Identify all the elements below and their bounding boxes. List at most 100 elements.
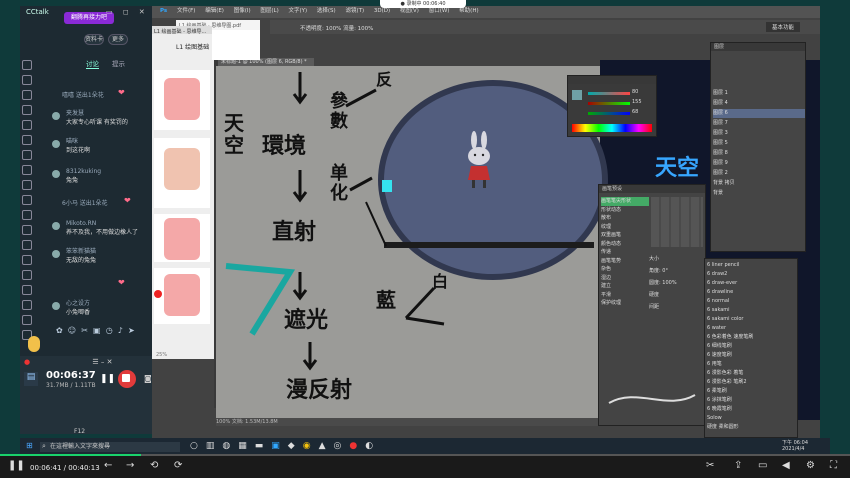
- share-icon[interactable]: ⇪: [734, 460, 742, 471]
- brush-settings-panel[interactable]: 画笔预设 画笔笔尖形状 形状动态 散布 纹理 双重画笔 颜色动态 传递 画笔笔势…: [598, 184, 706, 426]
- previous-icon[interactable]: ←: [104, 460, 112, 471]
- close-icon[interactable]: ✕: [107, 358, 113, 366]
- scissors-icon[interactable]: ✂: [81, 326, 88, 335]
- workspace-select[interactable]: 基本功能: [765, 22, 800, 32]
- brush-preset-item[interactable]: 6 normal: [707, 297, 793, 306]
- chat-toolbar[interactable]: ✿ ☺ ✂ ▣ ◷ ♪ ➤: [56, 326, 152, 338]
- layer-row[interactable]: 图层 8: [713, 149, 805, 158]
- camera-icon[interactable]: ◙: [144, 374, 152, 383]
- brush-setting[interactable]: 颜色动态: [601, 240, 649, 249]
- brush-preset-item[interactable]: 6 晚霞笔刷: [707, 405, 793, 414]
- subtitle-icon[interactable]: ▭: [758, 460, 767, 471]
- taskbar-clock[interactable]: 下午 06:04 2021/4/4: [782, 440, 808, 452]
- store-icon[interactable]: ▦: [238, 441, 255, 451]
- brush-setting[interactable]: 传递: [601, 248, 649, 257]
- recorder-controls-top[interactable]: ● ☰ – ✕: [24, 358, 112, 366]
- rewind-icon[interactable]: ⟲: [150, 460, 158, 471]
- color-panel[interactable]: 80 155 68: [567, 75, 657, 137]
- b-value[interactable]: 68: [632, 109, 638, 115]
- brush-preset-item[interactable]: 6 water: [707, 324, 793, 333]
- emoji-icon[interactable]: ☺: [68, 326, 76, 335]
- doc-page-thumb[interactable]: [154, 214, 210, 262]
- layer-row[interactable]: 背景 拷贝: [713, 179, 805, 188]
- minimize-icon[interactable]: –: [101, 358, 105, 366]
- brush-setting[interactable]: 散布: [601, 214, 649, 223]
- b-slider[interactable]: [588, 112, 630, 115]
- fullscreen-icon[interactable]: ⛶: [830, 460, 837, 471]
- tab-tips[interactable]: 提示: [112, 58, 125, 68]
- foreground-swatch[interactable]: [572, 90, 582, 100]
- clock-icon[interactable]: ◷: [106, 326, 113, 335]
- brush-preset-item[interactable]: 6 漫影色彩 笔刷2: [707, 378, 793, 387]
- taskbar-search[interactable]: 在這裡輸入文字來搜尋: [40, 442, 180, 452]
- brush-preset-item[interactable]: 6 用笔: [707, 360, 793, 369]
- brush-preset-item[interactable]: 6 速度笔刷: [707, 351, 793, 360]
- brush-roundness[interactable]: 圆度: 100%: [649, 277, 677, 289]
- brush-preset-item[interactable]: 6 柔笔刷: [707, 387, 793, 396]
- layer-row[interactable]: 图层 4: [713, 99, 805, 108]
- image-icon[interactable]: ▣: [93, 326, 101, 335]
- layer-row[interactable]: 图层 1: [713, 89, 805, 98]
- pause-button[interactable]: ❚❚: [100, 374, 115, 384]
- brush-setting[interactable]: 平滑: [601, 291, 649, 300]
- forward-icon[interactable]: ⟳: [174, 460, 182, 471]
- brush-setting[interactable]: 双重画笔: [601, 231, 649, 240]
- explorer-icon[interactable]: ▬: [255, 441, 272, 451]
- cctalk-task-icon[interactable]: ◐: [365, 441, 381, 451]
- chrome-icon[interactable]: ◉: [303, 441, 319, 451]
- layer-row[interactable]: 图层 3: [713, 129, 805, 138]
- layer-row[interactable]: 图层 9: [713, 159, 805, 168]
- settings-icon[interactable]: ✿: [56, 326, 63, 335]
- layer-row-selected[interactable]: 图层 6: [713, 109, 805, 118]
- brush-setting[interactable]: 画笔笔尖形状: [601, 197, 649, 206]
- taskbar-apps[interactable]: ○▥◍▦▬▣◆◉▲◎●◐: [190, 441, 381, 451]
- layer-row[interactable]: 图层 2: [713, 169, 805, 178]
- more-button[interactable]: 更多: [108, 34, 128, 45]
- brush-preset-item[interactable]: Solow: [707, 414, 793, 423]
- brush-setting[interactable]: 湿边: [601, 274, 649, 283]
- brush-setting[interactable]: 纹理: [601, 223, 649, 232]
- brush-preset-item[interactable]: 6 漫影色彩 着笔: [707, 369, 793, 378]
- app-icon[interactable]: ◎: [333, 441, 349, 451]
- brush-spacing[interactable]: 间距: [649, 301, 677, 313]
- brush-preset-item[interactable]: 6 drawline: [707, 288, 793, 297]
- files-icon[interactable]: ▥: [206, 441, 223, 451]
- doc-page-thumb[interactable]: [154, 70, 210, 130]
- brush-setting[interactable]: 画笔笔势: [601, 257, 649, 266]
- layer-row[interactable]: 图层 5: [713, 139, 805, 148]
- task-view-icon[interactable]: ○: [190, 441, 206, 451]
- layer-row[interactable]: 图层 7: [713, 119, 805, 128]
- g-value[interactable]: 155: [632, 99, 642, 105]
- windows-start-icon[interactable]: ⊞: [26, 442, 34, 450]
- app-icon[interactable]: ◆: [288, 441, 303, 451]
- recorder-task-icon[interactable]: ●: [349, 441, 365, 451]
- g-slider[interactable]: [588, 102, 630, 105]
- edge-icon[interactable]: ◍: [222, 441, 238, 451]
- brush-preset-item[interactable]: 6 sakami: [707, 306, 793, 315]
- brush-preset-item[interactable]: 6 sakami color: [707, 315, 793, 324]
- layer-row[interactable]: 背景: [713, 189, 805, 198]
- pause-icon[interactable]: ❚❚: [8, 460, 25, 471]
- scissors-icon[interactable]: ✂: [706, 460, 714, 471]
- brush-tip-grid[interactable]: [651, 197, 703, 247]
- bell-icon[interactable]: ♪: [118, 326, 123, 335]
- layers-panel[interactable]: 图层 图层 1 图层 4 图层 6 图层 7 图层 3 图层 5 图层 8 图层…: [710, 42, 806, 252]
- brush-setting[interactable]: 建立: [601, 282, 649, 291]
- profile-button[interactable]: 资料卡: [84, 34, 104, 45]
- brush-preset-item[interactable]: 6 draw-ever: [707, 279, 793, 288]
- user-avatar[interactable]: [28, 336, 40, 352]
- brush-presets-list[interactable]: 6 liner pencil 6 draw2 6 draw-ever 6 dra…: [704, 258, 798, 438]
- send-icon[interactable]: ➤: [128, 326, 135, 335]
- cctalk-drawing-tools[interactable]: [22, 60, 32, 345]
- menu-icon[interactable]: ☰: [92, 358, 98, 366]
- brush-setting[interactable]: 杂色: [601, 265, 649, 274]
- app-icon[interactable]: ▲: [319, 441, 334, 451]
- r-slider[interactable]: [588, 92, 630, 95]
- brush-preset-item[interactable]: 硬度 柔和圆形: [707, 423, 793, 432]
- document-thumbnails[interactable]: [152, 34, 214, 359]
- record-icon[interactable]: ●: [24, 358, 30, 366]
- doc-page-thumb[interactable]: [154, 268, 210, 324]
- settings-icon[interactable]: ⚙: [806, 460, 815, 471]
- r-value[interactable]: 80: [632, 89, 638, 95]
- color-ramp[interactable]: [572, 124, 652, 132]
